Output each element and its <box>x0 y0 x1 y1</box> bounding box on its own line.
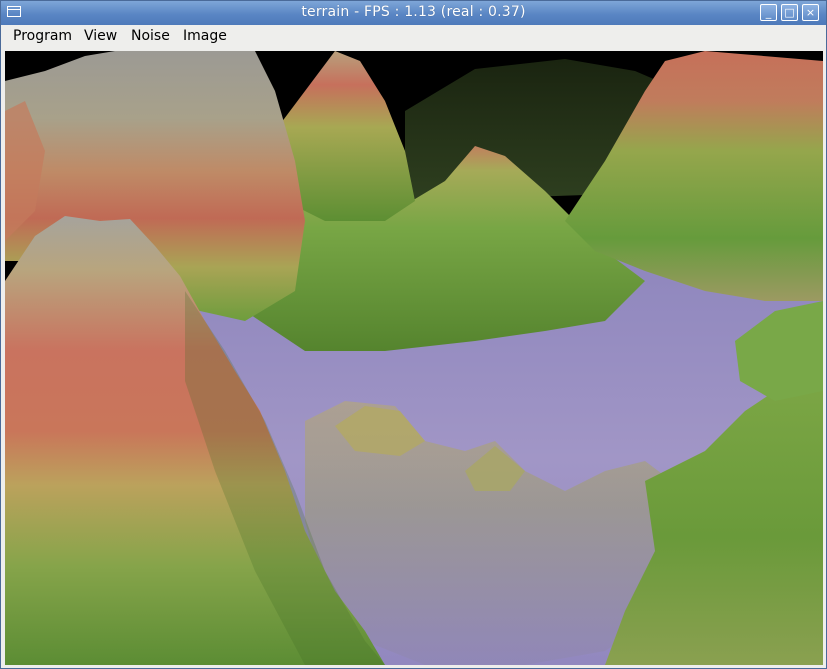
menu-view-label: View <box>84 28 118 44</box>
menu-image-label: Image <box>183 28 227 44</box>
menu-noise[interactable]: Noise <box>129 28 172 44</box>
close-icon[interactable]: × <box>802 4 819 21</box>
app-window: terrain - FPS : 1.13 (real : 0.37) _ □ ×… <box>0 0 827 669</box>
terrain-render <box>5 51 823 665</box>
minimize-icon[interactable]: _ <box>760 4 777 21</box>
window-title: terrain - FPS : 1.13 (real : 0.37) <box>301 4 526 20</box>
menu-noise-label: Noise <box>131 28 170 44</box>
menu-view[interactable]: View <box>82 28 119 44</box>
maximize-icon[interactable]: □ <box>781 4 798 21</box>
menu-bar: Program View Noise Image <box>1 25 826 49</box>
terrain-viewport[interactable] <box>5 51 823 665</box>
title-bar[interactable]: terrain - FPS : 1.13 (real : 0.37) _ □ × <box>1 1 826 25</box>
menu-image[interactable]: Image <box>181 28 229 44</box>
menu-program-label: Program <box>13 28 73 44</box>
menu-program[interactable]: Program <box>11 28 74 44</box>
